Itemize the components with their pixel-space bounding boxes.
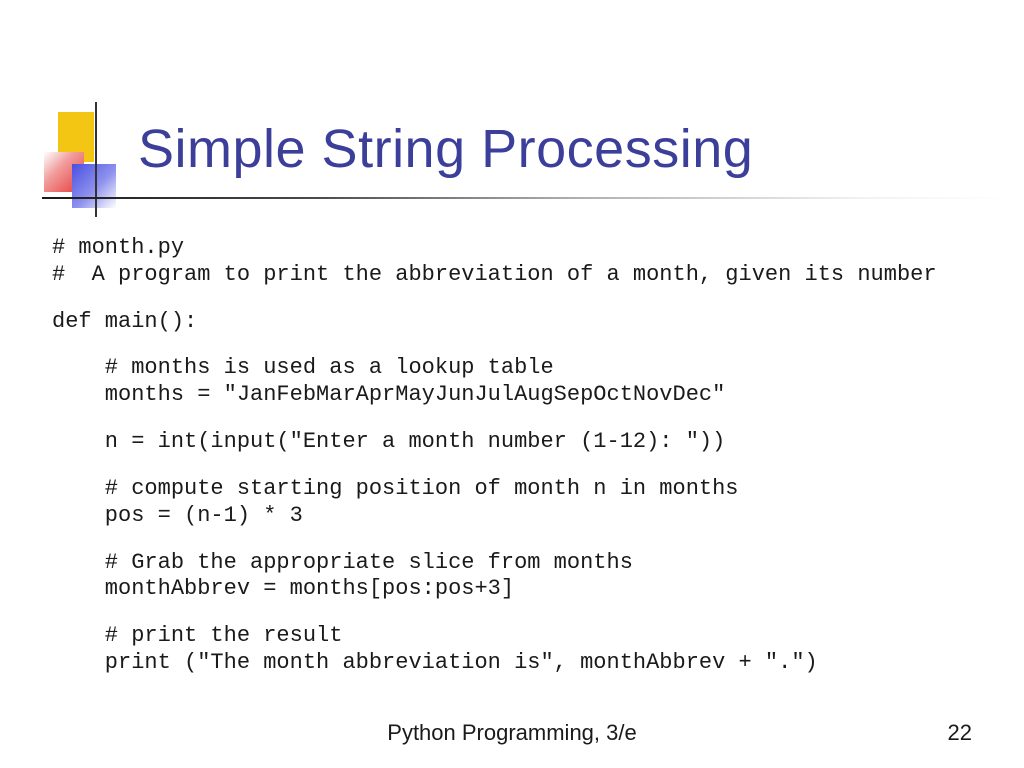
- code-block-7: # print the result print ("The month abb…: [52, 623, 1004, 677]
- code-block-1: # month.py # A program to print the abbr…: [52, 235, 1004, 289]
- code-block-6: # Grab the appropriate slice from months…: [52, 550, 1004, 604]
- code-block-2: def main():: [52, 309, 1004, 336]
- slide-title: Simple String Processing: [138, 118, 753, 180]
- code-content: # month.py # A program to print the abbr…: [52, 235, 1004, 697]
- vertical-rule: [95, 102, 97, 217]
- code-block-5: # compute starting position of month n i…: [52, 476, 1004, 530]
- page-number: 22: [948, 720, 972, 746]
- footer-text: Python Programming, 3/e: [0, 720, 1024, 746]
- code-block-4: n = int(input("Enter a month number (1-1…: [52, 429, 1004, 456]
- blue-gradient-square: [72, 164, 116, 208]
- slide-decoration: [44, 112, 116, 204]
- horizontal-rule: [42, 197, 1009, 199]
- code-block-3: # months is used as a lookup table month…: [52, 355, 1004, 409]
